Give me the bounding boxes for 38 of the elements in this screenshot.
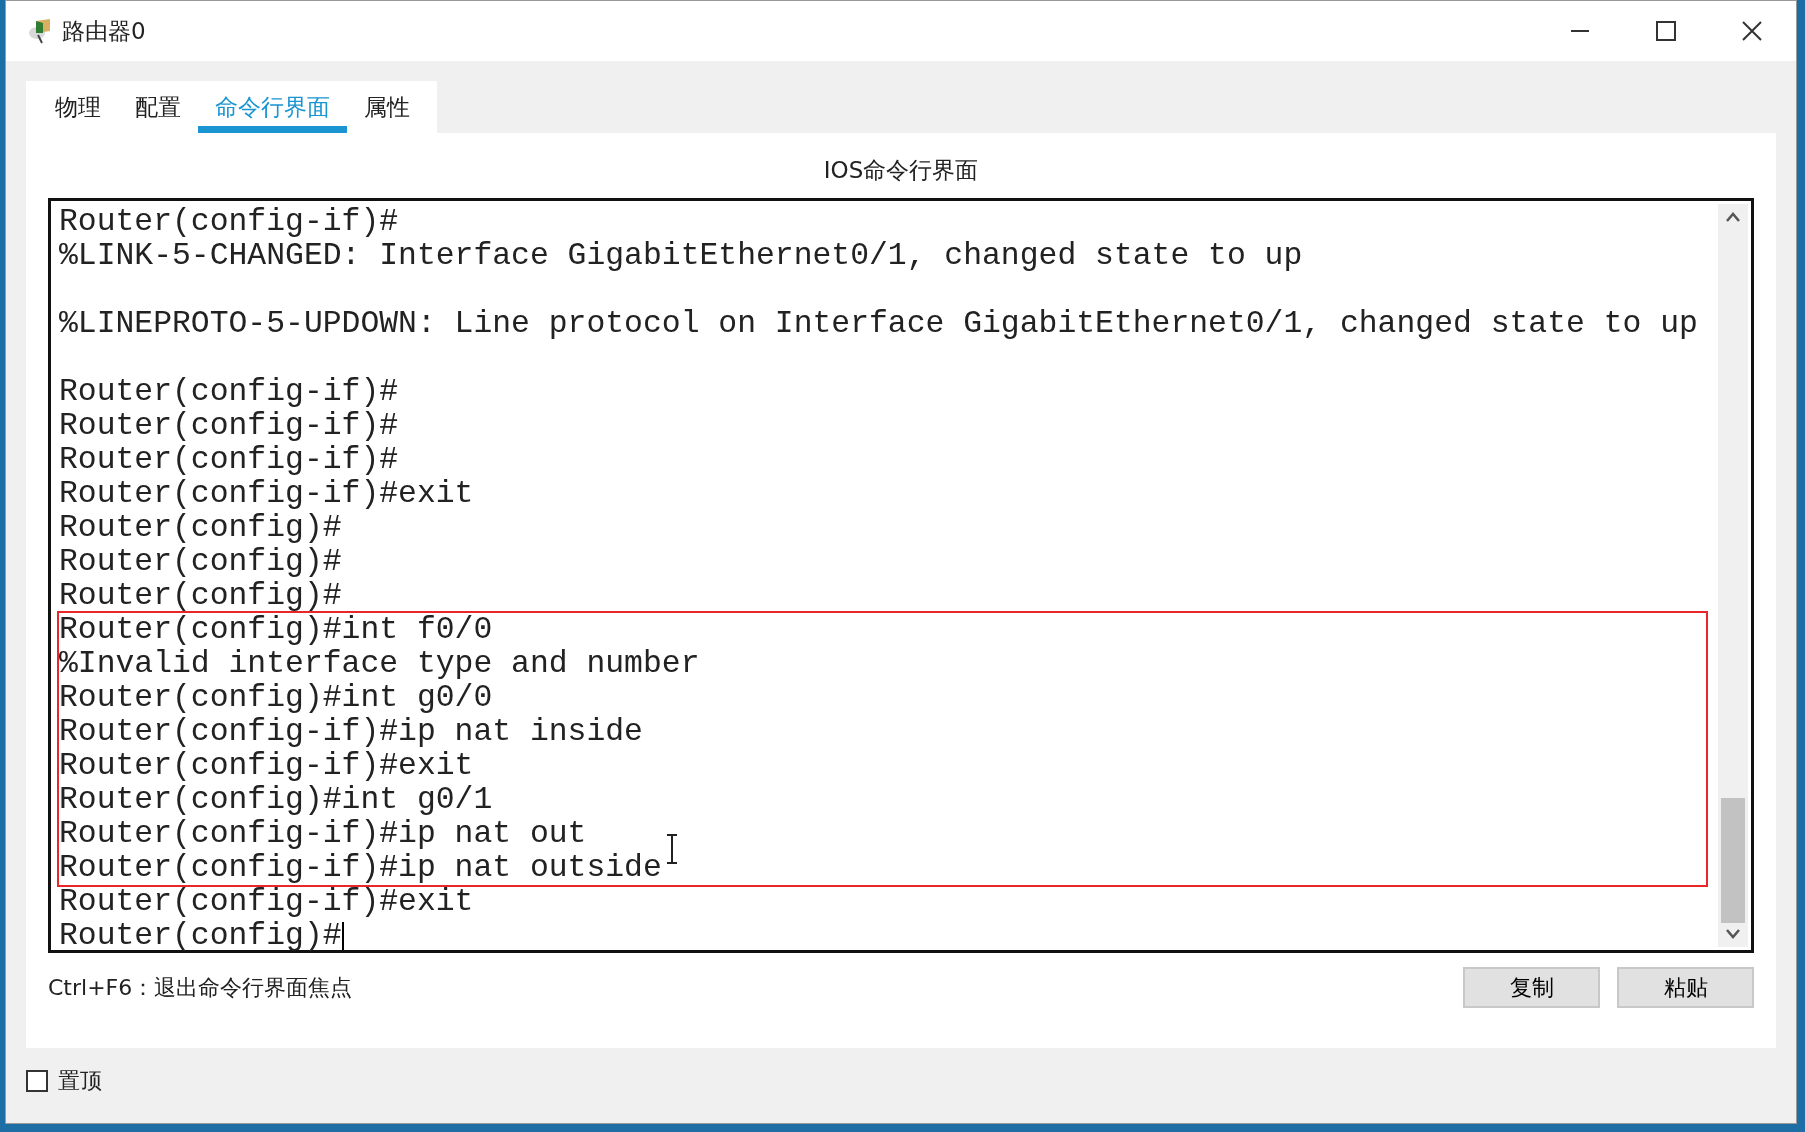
close-icon[interactable] [1742,21,1762,41]
window-title: 路由器0 [62,16,146,46]
terminal-line: Router(config-if)#exit [59,749,474,783]
terminal-line: Router(config)#int f0/0 [59,613,493,647]
terminal-line: Router(config-if)#ip nat out [59,817,587,851]
terminal-line: Router(config)# [59,511,342,545]
action-button[interactable]: 粘贴 [1617,967,1754,1008]
tab[interactable]: 物理 [38,81,118,133]
scroll-down-icon[interactable] [1726,929,1740,939]
terminal-line: %LINK-5-CHANGED: Interface GigabitEthernet0/1, changed state to up [59,239,1303,273]
terminal-line: Router(config-if)#exit [59,477,474,511]
terminal-line: Router(config)# [59,579,342,613]
terminal-line: Router(config-if)# [59,375,399,409]
terminal-line: Router(config)# [59,545,342,579]
terminal-line: Router(config-if)# [59,205,399,239]
terminal-line: Router(config-if)# [59,443,399,477]
scroll-up-icon[interactable] [1726,212,1740,222]
terminal-line: %LINEPROTO-5-UPDOWN: Line protocol on Interface GigabitEthernet0/1, changed state to up [59,307,1698,341]
terminal-line: Router(config-if)#ip nat inside [59,715,643,749]
terminal-line: Router(config-if)#ip nat outside [59,851,662,885]
terminal-line: Router(config)#int g0/1 [59,783,493,817]
terminal[interactable] [48,198,1754,953]
text-cursor-icon [665,834,679,864]
scrollbar[interactable] [1718,204,1748,947]
terminal-line: %Invalid interface type and number [59,647,700,681]
terminal-line: Router(config)# [59,919,342,953]
tab[interactable]: 属性 [347,81,427,133]
maximize-icon[interactable] [1656,21,1676,41]
tab[interactable]: 配置 [118,81,198,133]
shortcut-hint: Ctrl+F6：退出命令行界面焦点 [48,973,353,1002]
checkbox[interactable] [26,1070,48,1092]
checkbox-label: 置顶 [58,1067,102,1095]
terminal-line: Router(config-if)#exit [59,885,474,919]
terminal-line: Router(config-if)# [59,409,399,443]
scroll-thumb[interactable] [1721,798,1745,923]
action-button[interactable]: 复制 [1463,967,1600,1008]
terminal-line: Router(config)#int g0/0 [59,681,493,715]
panel-title: IOS命令行界面 [822,156,980,185]
